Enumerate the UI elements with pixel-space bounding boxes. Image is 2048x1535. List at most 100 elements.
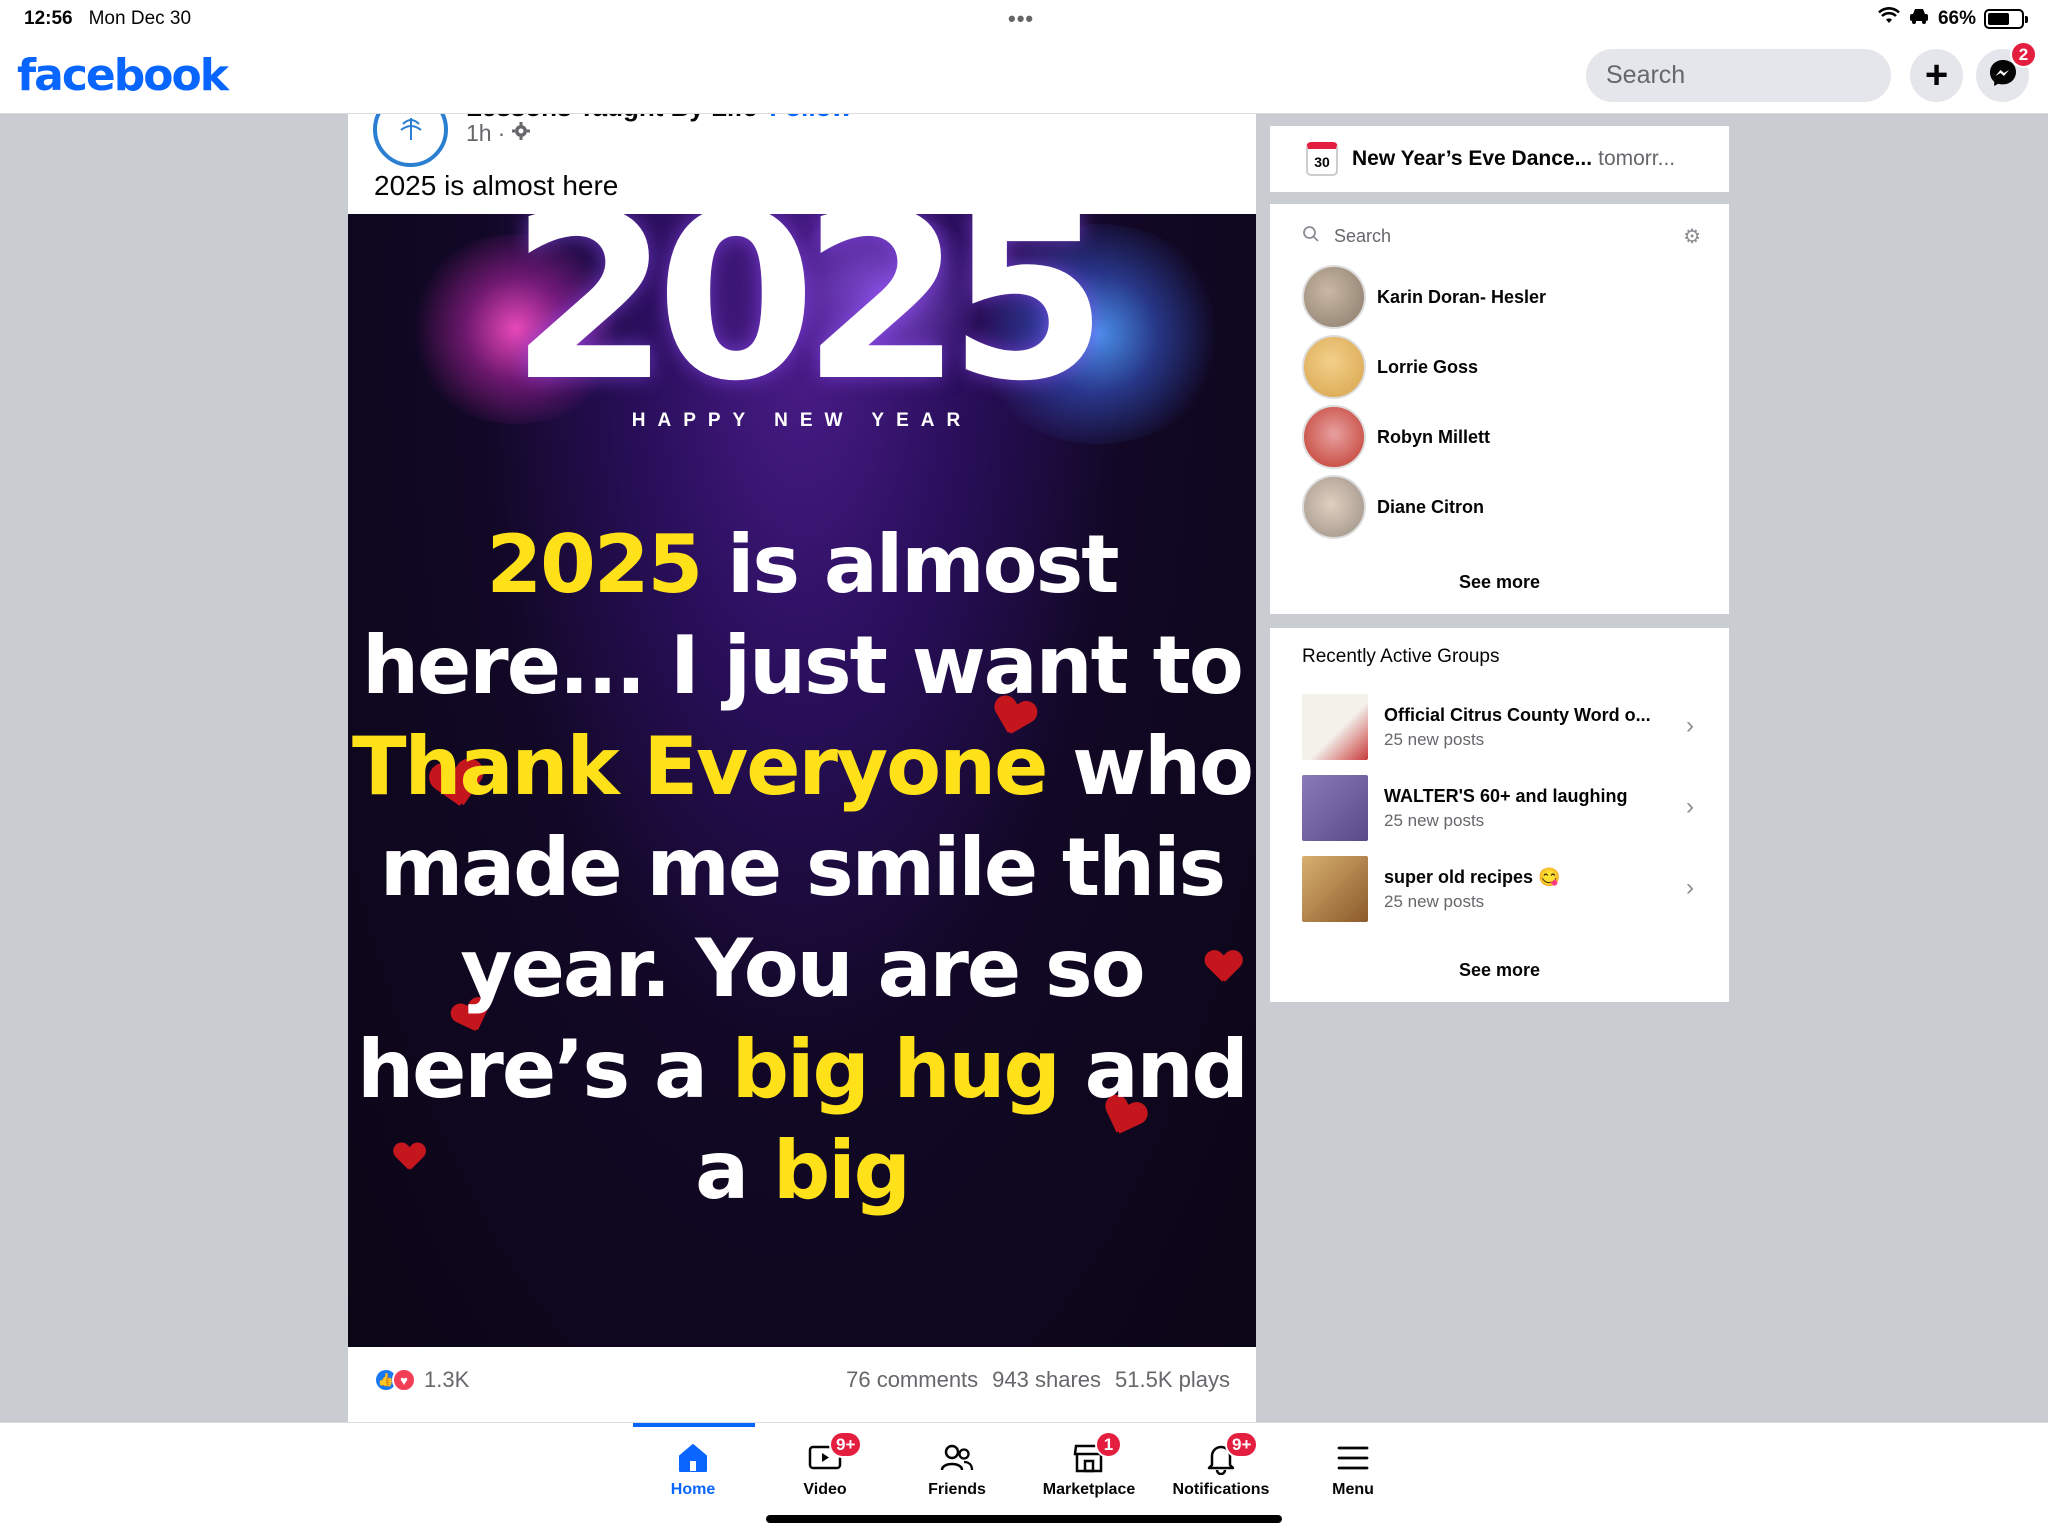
group-text: WALTER'S 60+ and laughing 25 new posts [1384, 786, 1627, 831]
feed-post: Lessons Taught By LifeFollow 1h · 2025 i… [348, 114, 1256, 1422]
chevron-right-icon: › [1686, 793, 1694, 820]
group-thumbnail [1302, 775, 1368, 841]
group-text: Official Citrus County Word o... 25 new … [1384, 705, 1651, 750]
tab-menu[interactable]: Menu [1293, 1435, 1413, 1499]
post-stats: 👍 ♥ 1.3K 76 comments 943 shares 51.5K pl… [348, 1350, 1256, 1410]
contacts-settings-icon[interactable]: ⚙ [1683, 224, 1701, 249]
status-time: 12:56 [24, 8, 73, 29]
post-text: 2025 is almost here [374, 170, 619, 201]
group-name: WALTER'S 60+ and laughing [1384, 785, 1628, 806]
plus-icon: + [1924, 53, 1949, 97]
tab-label: Home [670, 1481, 716, 1498]
contact-item[interactable]: Lorrie Goss [1302, 334, 1702, 400]
chevron-right-icon: › [1686, 874, 1694, 901]
event-card[interactable]: 30 New Year’s Eve Dance... tomorr... [1270, 126, 1729, 192]
status-date: Mon Dec 30 [88, 8, 192, 29]
contact-name: Lorrie Goss [1377, 356, 1479, 377]
battery-icon [1984, 9, 2028, 29]
status-bar: 12:56 Mon Dec 30 ••• 66% [0, 0, 2048, 38]
tab-video[interactable]: 9+ Video [765, 1431, 885, 1499]
top-navigation: facebook Search + 2 [0, 38, 2048, 114]
tab-label: Friends [928, 1481, 986, 1498]
home-icon [633, 1435, 753, 1481]
bell-icon: 9+ [1161, 1431, 1281, 1481]
tab-notifications[interactable]: 9+ Notifications [1161, 1431, 1281, 1499]
messenger-badge: 2 [2010, 41, 2037, 68]
tab-home[interactable]: Home [633, 1435, 753, 1499]
comments-count[interactable]: 76 comments [846, 1367, 978, 1393]
separator-dot: · [497, 120, 506, 146]
avatar [1302, 335, 1366, 399]
page-avatar[interactable] [373, 114, 448, 167]
chevron-right-icon: › [1686, 712, 1694, 739]
reaction-icons[interactable]: 👍 ♥ [374, 1368, 416, 1392]
message-highlight: big [772, 1124, 911, 1217]
search-input[interactable]: Search [1586, 49, 1891, 102]
tab-friends[interactable]: Friends [897, 1435, 1017, 1499]
battery-fill [1988, 13, 2010, 25]
search-icon [1302, 225, 1320, 248]
shares-count[interactable]: 943 shares [992, 1367, 1101, 1393]
group-thumbnail [1302, 856, 1368, 922]
post-image[interactable]: 2025 HAPPY NEW YEAR 2025 is almost here.… [348, 214, 1256, 1347]
create-button[interactable]: + [1910, 49, 1963, 102]
battery-percent: 66% [1937, 8, 1976, 29]
contact-name: Diane Citron [1377, 496, 1485, 517]
friends-icon [897, 1435, 1017, 1481]
event-title: New Year’s Eve Dance... [1352, 147, 1593, 170]
marketplace-badge: 1 [1095, 1431, 1122, 1458]
group-name: Official Citrus County Word o... [1384, 704, 1651, 725]
group-new-posts: 25 new posts [1384, 810, 1485, 830]
tab-label: Menu [1332, 1481, 1374, 1498]
message-highlight: 2025 [486, 518, 704, 611]
contact-item[interactable]: Diane Citron [1302, 474, 1702, 540]
home-indicator[interactable] [766, 1515, 1282, 1523]
contact-name: Robyn Millett [1377, 426, 1490, 447]
group-thumbnail [1302, 694, 1368, 760]
group-item[interactable]: WALTER'S 60+ and laughing 25 new posts › [1302, 775, 1702, 841]
tab-marketplace[interactable]: 1 Marketplace [1029, 1431, 1149, 1499]
video-badge: 9+ [829, 1431, 863, 1458]
follow-button[interactable]: Follow [769, 114, 851, 122]
contact-name: Karin Doran- Hesler [1377, 286, 1547, 307]
active-tab-indicator [633, 1423, 755, 1427]
group-new-posts: 25 new posts [1384, 891, 1485, 911]
reactions-count[interactable]: 1.3K [424, 1367, 469, 1393]
messenger-button[interactable]: 2 [1976, 41, 2037, 102]
hamburger-menu-icon [1293, 1435, 1413, 1481]
contact-item[interactable]: Karin Doran- Hesler [1302, 264, 1702, 330]
image-subtitle: HAPPY NEW YEAR [631, 410, 973, 431]
avatar [1302, 265, 1366, 329]
post-meta: 1h · [466, 120, 531, 147]
tab-label: Marketplace [1042, 1481, 1136, 1498]
contacts-see-more-button[interactable]: See more [1270, 572, 1729, 593]
groups-card: Recently Active Groups Official Citrus C… [1270, 628, 1729, 1002]
message-highlight: big hug [731, 1023, 1061, 1116]
event-when: tomorr... [1598, 147, 1676, 170]
car-icon [1908, 8, 1930, 30]
contacts-search-input[interactable]: Search [1302, 218, 1702, 254]
groups-see-more-button[interactable]: See more [1270, 960, 1729, 981]
group-item[interactable]: super old recipes 😋 25 new posts › [1302, 856, 1702, 922]
plays-count: 51.5K plays [1115, 1367, 1230, 1392]
group-item[interactable]: Official Citrus County Word o... 25 new … [1302, 694, 1702, 760]
multitasking-dots-icon[interactable]: ••• [1008, 6, 1034, 32]
post-time[interactable]: 1h [466, 120, 492, 147]
facebook-logo[interactable]: facebook [17, 50, 229, 101]
group-new-posts: 25 new posts [1384, 729, 1485, 749]
message-highlight: Thank Everyone [351, 720, 1048, 813]
image-year: 2025 [509, 214, 1108, 432]
contact-item[interactable]: Robyn Millett [1302, 404, 1702, 470]
contacts-search-placeholder: Search [1334, 225, 1392, 246]
gear-icon [511, 120, 531, 147]
groups-title: Recently Active Groups [1302, 646, 1500, 667]
notifications-badge: 9+ [1225, 1431, 1259, 1458]
image-message: 2025 is almost here... I just want to Th… [348, 514, 1256, 1221]
avatar [1302, 475, 1366, 539]
avatar [1302, 405, 1366, 469]
group-name: super old recipes 😋 [1384, 866, 1561, 887]
video-icon: 9+ [765, 1431, 885, 1481]
wifi-icon [1878, 7, 1900, 31]
tab-label: Video [803, 1481, 847, 1498]
marketplace-icon: 1 [1029, 1431, 1149, 1481]
